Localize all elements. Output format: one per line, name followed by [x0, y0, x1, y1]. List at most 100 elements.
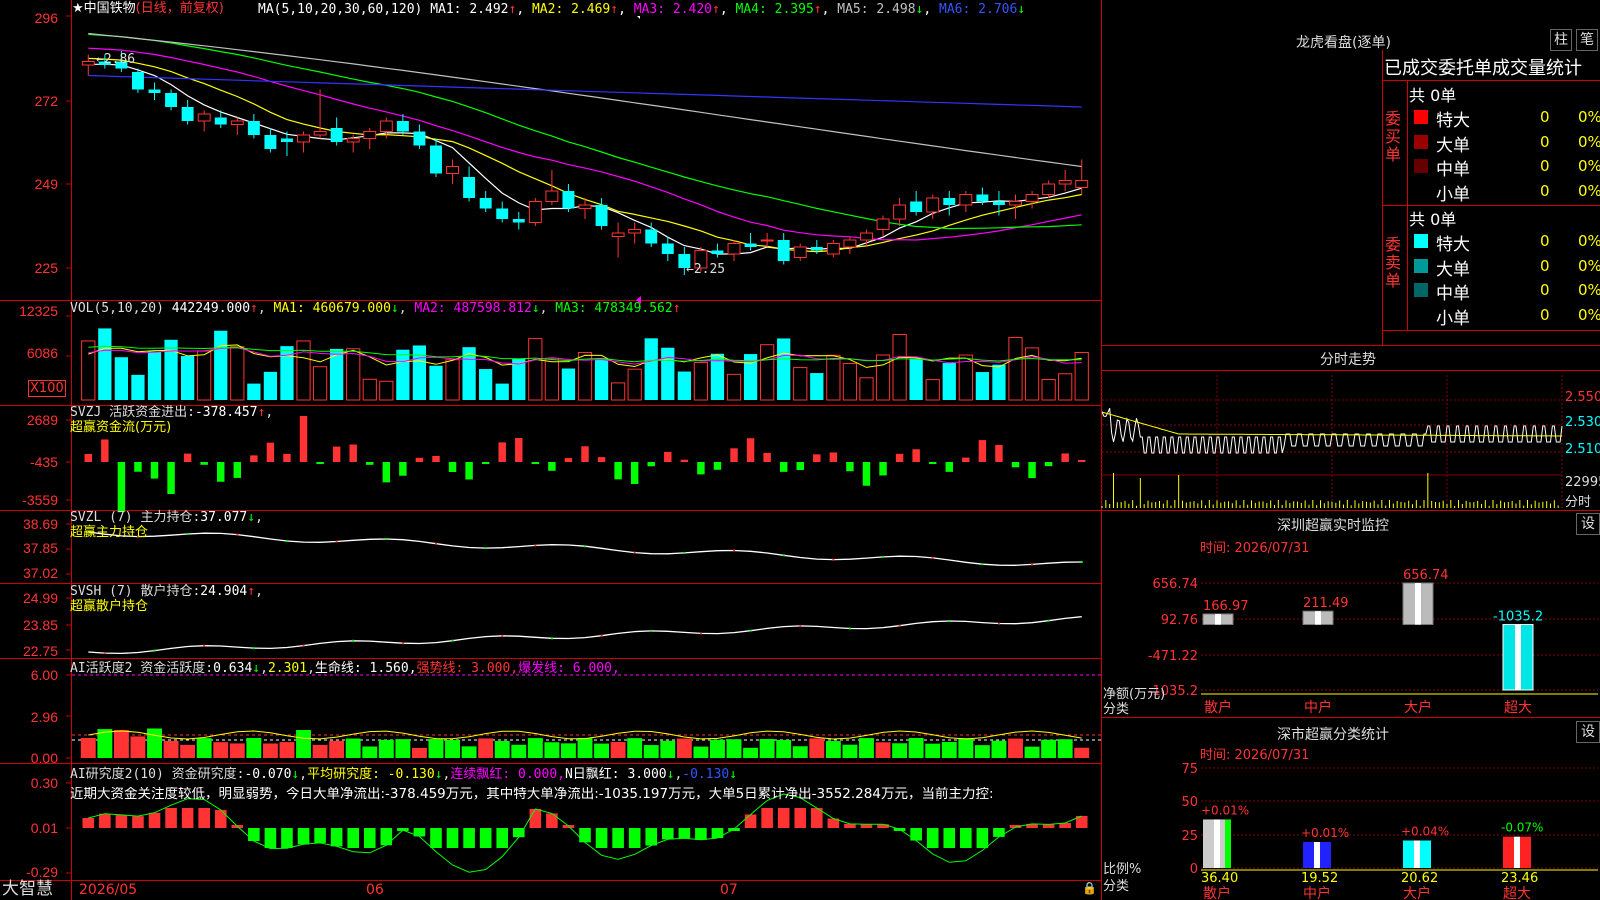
class-category-label: 中户: [1303, 885, 1331, 900]
retail-dot: [699, 632, 702, 635]
flow-bar-out: [448, 462, 457, 472]
candle-up: [611, 232, 625, 237]
monitor-category-label: 中户: [1304, 699, 1332, 716]
buy-label: 委买单: [1385, 109, 1402, 164]
order-color-swatch: [1414, 159, 1428, 173]
research-bar: [214, 809, 227, 828]
candle-up: [578, 204, 592, 209]
class-category-label: 大户: [1403, 885, 1431, 900]
research-bar: [579, 828, 591, 843]
activity-bar: [312, 744, 328, 758]
holding-dot: [335, 540, 338, 543]
retail-holding-line: [88, 616, 1082, 655]
svzj-suffix: ,: [265, 405, 274, 420]
holding-dot: [434, 542, 437, 545]
research-bar: [993, 828, 1005, 837]
candle-down: [645, 229, 658, 244]
candle-down: [562, 191, 575, 209]
retail-dot: [550, 637, 553, 640]
research-bar: [661, 828, 674, 840]
candle-up: [876, 218, 890, 230]
monitor-category-label: 散户: [1204, 699, 1232, 716]
flow-bar-in: [895, 453, 904, 462]
pen-mode-button[interactable]: 笔: [1576, 29, 1598, 51]
holding-dot: [186, 532, 189, 535]
order-percent-value: 0%: [1578, 281, 1600, 299]
flow-bar-in: [183, 453, 192, 462]
favorite-star-icon[interactable]: ★: [72, 1, 84, 16]
ma2-arrow-icon: ↑: [610, 2, 619, 17]
order-size-label: 大单: [1436, 135, 1470, 156]
ai2-value: -0.070: [244, 767, 292, 782]
activity-bar: [130, 736, 146, 758]
flow-bar-out: [1044, 462, 1053, 467]
vol-bar-down: [975, 372, 989, 400]
order-color-swatch: [1414, 183, 1428, 198]
holding-dot: [385, 537, 388, 540]
monitor-bar-label: 656.74: [1403, 568, 1449, 583]
vol-bar-up: [793, 367, 808, 401]
candle-up: [230, 120, 244, 125]
flow-bar-in: [332, 446, 341, 462]
order-color-swatch: [1414, 307, 1428, 322]
candle-down: [976, 194, 989, 202]
stock-name[interactable]: 中国铁物: [84, 1, 136, 16]
vol-bar-up: [925, 379, 940, 401]
activity-bar: [279, 742, 295, 758]
flow-bar-in: [995, 444, 1003, 462]
vol-header: VOL(5,10,20) 442249.000↑, MA1: 460679.00…: [70, 301, 681, 316]
chart-mode[interactable]: (日线，前复权): [136, 1, 224, 16]
class-value-label: 20.62: [1401, 871, 1438, 886]
svzl-header: SVZL (7) 主力持仓:37.077↓,: [70, 510, 263, 525]
monitor-settings-button[interactable]: 设: [1576, 513, 1600, 535]
bar-mode-button[interactable]: 柱: [1550, 29, 1572, 51]
vol-bar-down: [942, 363, 956, 400]
minute-title[interactable]: 分时走势: [1320, 349, 1376, 369]
flow-bar-in: [432, 455, 440, 462]
research-bar: [546, 813, 558, 828]
activity-bar: [511, 744, 527, 758]
main-holding-line: [88, 531, 1082, 566]
holding-dot: [633, 551, 636, 554]
research-bar: [165, 808, 177, 828]
order-volume-value: 0: [1540, 132, 1550, 151]
activity-bar: [196, 738, 212, 758]
candle-down: [330, 128, 343, 142]
lock-icon[interactable]: 🔒: [1082, 881, 1097, 896]
vol-ma2-arrow-icon: ↓: [531, 301, 540, 316]
ma4-arrow-icon: ↑: [813, 2, 822, 17]
holding-dot: [683, 551, 686, 554]
vol-bar-down: [512, 358, 526, 400]
flow-bar-out: [614, 462, 622, 480]
ai2-avg: 平均研究度: -0.130: [307, 767, 435, 782]
vol-bar-down: [147, 351, 162, 400]
activity-bar: [941, 741, 957, 758]
activity-bar: [825, 741, 841, 758]
vol-bar-up: [859, 377, 874, 401]
flow-bar-out: [481, 462, 490, 464]
ma-legend: MA(5,10,20,30,60,120) MA1: 2.492↑, MA2: …: [258, 2, 1026, 17]
ma2-value: MA2: 2.469: [531, 2, 611, 17]
activity-bar: [428, 739, 444, 758]
retail-dot: [848, 627, 851, 630]
vol-bar-up: [1008, 337, 1023, 401]
flow-bar-in: [763, 452, 771, 462]
sell-label: 委卖单: [1385, 235, 1402, 290]
flow-bar-out: [167, 462, 175, 494]
order-percent-value: 0%: [1578, 256, 1600, 275]
order-volume-value: 0: [1540, 305, 1550, 324]
chart-canvas[interactable]: 656.74 92.76 -471.22 -1035.2 166.97 散户 211.49 中…: [0, 0, 1600, 900]
flow-bar-in: [101, 439, 109, 462]
flow-bar-out: [796, 462, 804, 470]
activity-bar: [974, 745, 990, 758]
research-bar: [761, 808, 773, 828]
holding-dot: [882, 555, 885, 558]
vol-bar-down: [594, 359, 609, 400]
activity-bar: [1041, 739, 1057, 758]
monitor-bar-highlight: [1315, 611, 1321, 625]
class-settings-button[interactable]: 设: [1576, 721, 1600, 743]
vol-bar-up: [760, 344, 775, 401]
retail-dot: [501, 634, 504, 637]
activity-bar: [643, 745, 659, 758]
research-bar: [678, 828, 691, 839]
